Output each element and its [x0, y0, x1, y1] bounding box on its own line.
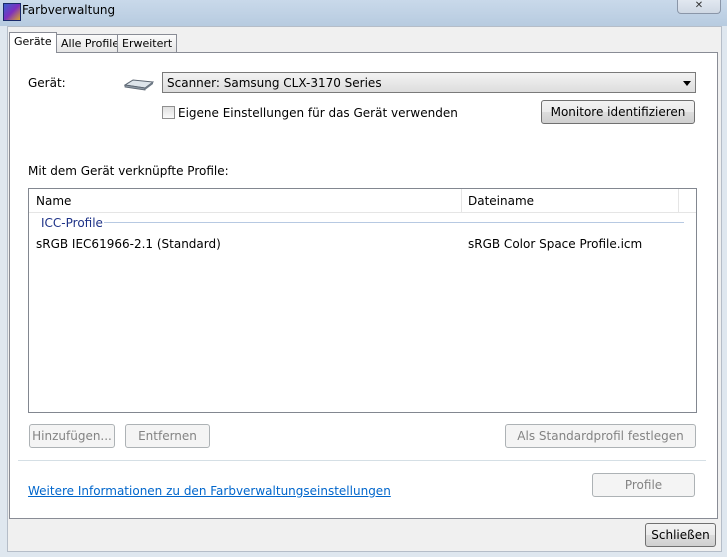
divider — [18, 460, 706, 461]
linked-profiles-label: Mit dem Gerät verknüpfte Profile: — [28, 164, 229, 178]
add-button[interactable]: Hinzufügen... — [29, 424, 115, 448]
own-settings-checkbox[interactable] — [162, 106, 175, 119]
list-header: Name Dateiname — [29, 189, 696, 213]
column-header-name[interactable]: Name — [36, 194, 71, 208]
tab-advanced[interactable]: Erweitert — [117, 34, 178, 52]
device-label: Gerät: — [28, 76, 66, 90]
column-divider[interactable] — [461, 189, 462, 212]
device-select-value: Scanner: Samsung CLX-3170 Series — [167, 76, 382, 90]
column-divider[interactable] — [678, 189, 679, 212]
chevron-down-icon — [683, 81, 691, 86]
table-row[interactable]: sRGB IEC61966-2.1 (Standard) sRGB Color … — [29, 235, 696, 253]
profile-name: sRGB IEC61966-2.1 (Standard) — [36, 237, 221, 251]
profile-filename: sRGB Color Space Profile.icm — [468, 237, 643, 251]
profiles-button[interactable]: Profile — [592, 473, 695, 497]
tab-devices[interactable]: Geräte — [9, 32, 57, 53]
tab-all-profiles[interactable]: Alle Profile — [56, 34, 125, 52]
group-divider — [104, 222, 684, 223]
set-default-profile-button[interactable]: Als Standardprofil festlegen — [505, 424, 696, 448]
column-header-filename[interactable]: Dateiname — [468, 194, 534, 208]
identify-monitors-button[interactable]: Monitore identifizieren — [541, 100, 695, 124]
more-info-link[interactable]: Weitere Informationen zu den Farbverwalt… — [28, 484, 391, 498]
title-bar: Farbverwaltung — [0, 0, 727, 26]
close-button[interactable]: Schließen — [645, 523, 716, 547]
own-settings-label: Eigene Einstellungen für das Gerät verwe… — [178, 106, 458, 120]
color-management-icon — [3, 3, 21, 21]
device-select[interactable]: Scanner: Samsung CLX-3170 Series — [162, 72, 696, 93]
window-title: Farbverwaltung — [22, 3, 116, 17]
profiles-list[interactable]: Name Dateiname ICC-Profile sRGB IEC61966… — [28, 188, 697, 413]
scanner-icon — [124, 79, 154, 91]
group-header-icc: ICC-Profile — [41, 216, 103, 230]
window-close-button[interactable]: ✕ — [677, 0, 721, 14]
remove-button[interactable]: Entfernen — [125, 424, 210, 448]
